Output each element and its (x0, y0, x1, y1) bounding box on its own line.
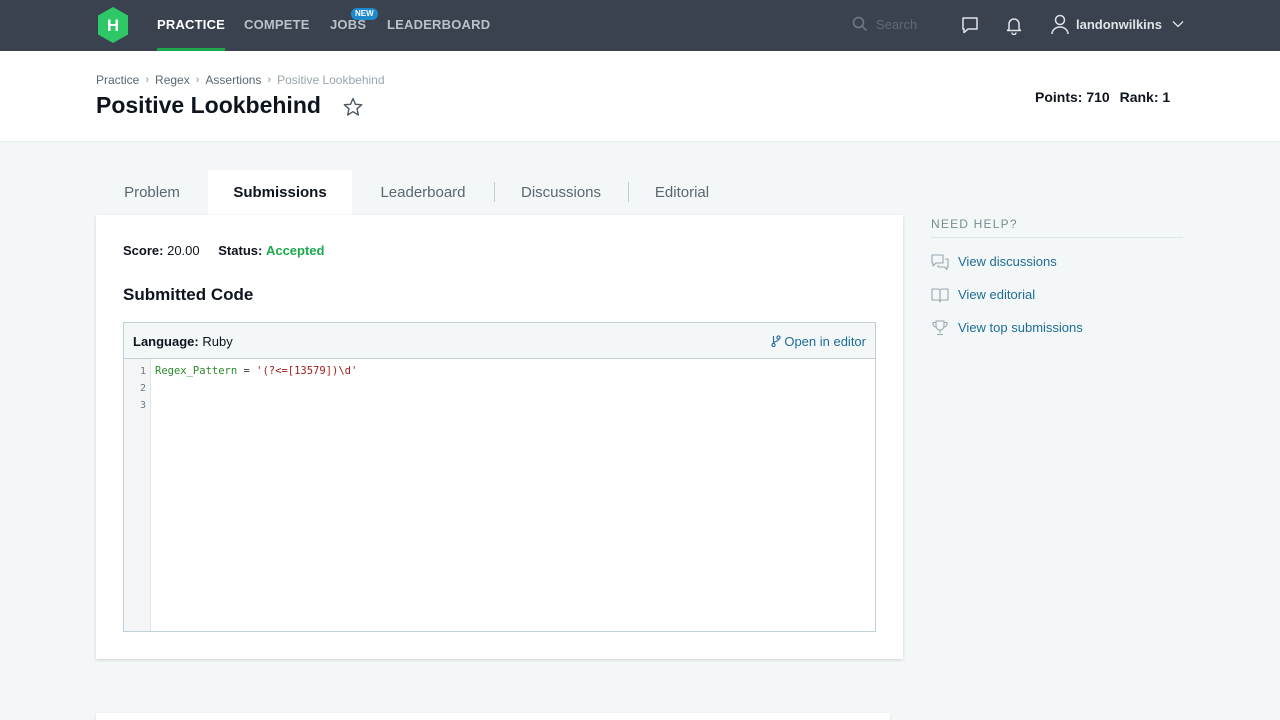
language-line: Language: Ruby (133, 334, 233, 349)
username[interactable]: landonwilkins (1076, 17, 1162, 32)
view-top-submissions-label: View top submissions (958, 320, 1083, 335)
score-status-line: Score: 20.00 Status: Accepted (123, 243, 324, 258)
logo-letter: H (107, 16, 119, 35)
chevron-right-icon: › (267, 73, 272, 86)
star-icon[interactable] (343, 97, 363, 117)
chevron-right-icon: › (195, 73, 200, 86)
user-icon[interactable] (1050, 13, 1070, 35)
open-in-editor-link[interactable]: Open in editor (771, 334, 866, 349)
score-value: 20.00 (167, 243, 200, 258)
breadcrumb-practice[interactable]: Practice (96, 73, 139, 87)
line-number: 1 (139, 366, 146, 377)
code-token-op: = (237, 365, 257, 377)
line-number: 2 (139, 383, 146, 394)
rank-label: Rank: (1119, 89, 1159, 105)
chevron-down-icon[interactable] (1172, 19, 1184, 29)
rank-value: 1 (1162, 89, 1171, 105)
discussions-icon (931, 254, 949, 270)
need-help-title: NEED HELP? (931, 217, 1018, 231)
points-label: Points: (1035, 89, 1083, 105)
trophy-icon (932, 320, 948, 336)
search-input[interactable]: Search (876, 17, 917, 32)
search-icon[interactable] (852, 16, 868, 32)
nav-compete[interactable]: COMPETE (244, 0, 310, 51)
breadcrumb-current: Positive Lookbehind (277, 72, 385, 87)
view-discussions-label: View discussions (958, 254, 1057, 269)
code-viewer[interactable]: Language: Ruby Open in editor 1 2 3 Rege… (123, 322, 876, 632)
tab-leaderboard[interactable]: Leaderboard (352, 170, 494, 215)
submission-panel: Score: 20.00 Status: Accepted Submitted … (96, 215, 903, 659)
view-editorial-label: View editorial (958, 287, 1036, 302)
points-value: 710 (1086, 89, 1110, 105)
top-nav: H PRACTICE COMPETE JOBS NEW LEADERBOARD … (0, 0, 1280, 51)
book-icon (931, 288, 949, 303)
hackerrank-logo[interactable]: H (96, 6, 130, 44)
next-panel-edge (96, 713, 890, 720)
breadcrumb-regex[interactable]: Regex (155, 73, 190, 87)
code-token-var: Regex_Pattern (155, 365, 238, 377)
tab-submissions[interactable]: Submissions (208, 170, 352, 215)
code-token-string: '(?<=[13579])\d' (256, 365, 358, 377)
language-label: Language: (133, 334, 199, 349)
user-stats: Points: 710 Rank: 1 (1035, 89, 1170, 105)
language-value: Ruby (202, 334, 233, 349)
code-header: Language: Ruby Open in editor (124, 323, 875, 359)
status-label: Status: (218, 243, 263, 258)
open-in-editor-label: Open in editor (784, 334, 866, 349)
tab-discussions[interactable]: Discussions (495, 170, 627, 215)
breadcrumb-assertions[interactable]: Assertions (205, 73, 261, 87)
page-header: Practice › Regex › Assertions › Positive Lookb… (0, 51, 1280, 142)
new-badge: NEW (351, 8, 378, 20)
nav-leaderboard[interactable]: LEADERBOARD (387, 0, 490, 51)
line-number: 3 (139, 400, 146, 411)
tab-problem[interactable]: Problem (96, 170, 208, 215)
tab-editorial[interactable]: Editorial (629, 170, 735, 215)
page-title: Positive Lookbehind (96, 92, 321, 118)
bell-icon[interactable] (1004, 15, 1024, 35)
chevron-right-icon: › (145, 73, 150, 86)
chat-icon[interactable] (960, 15, 980, 35)
branch-icon (771, 335, 781, 348)
line-gutter: 1 2 3 (124, 359, 151, 631)
breadcrumb: Practice › Regex › Assertions › Positive Lookb… (96, 72, 385, 87)
divider (931, 237, 1183, 238)
status-badge: Accepted (265, 243, 325, 258)
submitted-code-title: Submitted Code (123, 285, 254, 304)
code-line: Regex_Pattern = '(?<=[13579])\d' (155, 365, 357, 377)
score-label: Score: (123, 243, 164, 258)
nav-practice[interactable]: PRACTICE (157, 0, 226, 51)
